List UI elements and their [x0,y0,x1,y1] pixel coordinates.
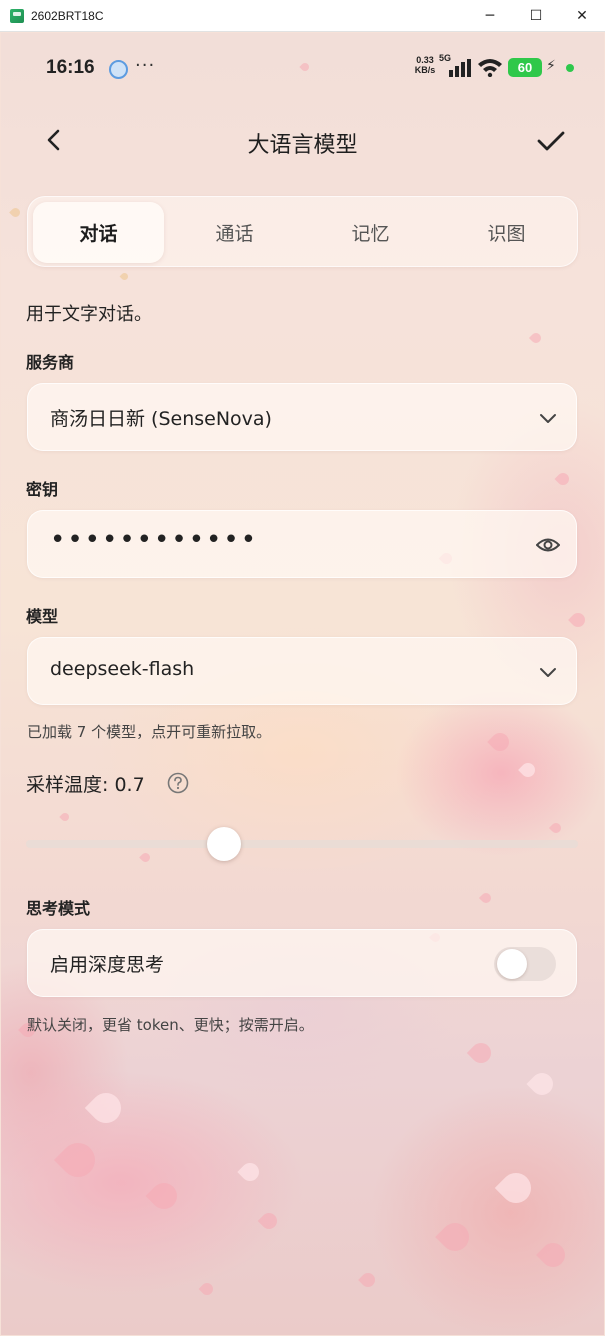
eye-icon[interactable] [536,533,560,557]
slider-thumb[interactable] [207,827,241,861]
network-speed-value: 0.33 [416,55,434,65]
app-icon [10,8,24,23]
petal-decoration [9,206,22,219]
tab-call[interactable]: 通话 [169,202,300,263]
petal-decoration [59,811,71,823]
window-controls: ─ ☐ ✕ [467,0,605,32]
petal-decoration [554,470,572,488]
app-badge-icon [109,60,128,79]
petal-decoration [257,1209,281,1233]
bolt-icon: ⚡ [546,58,556,74]
page-title: 大语言模型 [247,133,358,158]
petal-decoration [526,1068,558,1100]
petal-decoration [145,1177,183,1215]
provider-value: 商汤日日新 (SenseNova) [50,408,272,430]
petal-decoration [119,271,130,282]
thinking-mode-label: 思考模式 [26,899,91,918]
slider-track [26,840,578,848]
petal-decoration [494,1166,538,1210]
minimize-button[interactable]: ─ [467,0,513,32]
tab-vision[interactable]: 识图 [441,202,572,263]
model-select[interactable]: deepseek-flash [27,637,577,705]
close-button[interactable]: ✕ [559,0,605,32]
petal-decoration [237,1159,263,1185]
chevron-down-icon [536,406,560,430]
petal-decoration [487,729,513,755]
check-icon [537,131,565,151]
petal-decoration [299,61,311,73]
status-time: 16:16 [46,57,95,78]
thinking-hint: 默认关闭，更省 token、更快；按需开启。 [27,1016,314,1034]
model-hint: 已加载 7 个模型，点开可重新拉取。 [27,723,272,741]
petal-decoration [528,330,544,346]
model-label: 模型 [26,607,59,626]
toggle-knob [497,949,527,979]
petal-decoration [568,610,588,630]
api-key-label: 密钥 [26,480,59,499]
more-icon: ··· [135,55,156,76]
tab-chat[interactable]: 对话 [33,202,164,263]
tab-memory[interactable]: 记忆 [305,202,436,263]
petal-decoration [198,1280,216,1298]
temperature-label: 采样温度: 0.7 [26,774,145,796]
chevron-down-icon [536,660,560,684]
api-key-field[interactable]: •••••••••••• [27,510,577,578]
maximize-button[interactable]: ☐ [513,0,559,32]
phone-screen: 16:16 ··· 0.33 KB/s 5G 60 ⚡ 大语言模型 对话 通话 … [1,33,604,1335]
model-value: deepseek-flash [50,658,195,680]
petal-decoration [478,890,494,906]
thinking-toggle[interactable] [494,947,556,981]
help-icon[interactable] [167,772,189,794]
petal-decoration [466,1038,496,1068]
status-dot [566,64,574,72]
api-key-value: •••••••••••• [50,525,259,555]
battery-indicator: 60 [508,58,542,77]
network-speed-unit: KB/s [414,65,436,75]
thinking-toggle-label: 启用深度思考 [50,954,165,976]
provider-select[interactable]: 商汤日日新 (SenseNova) [27,383,577,451]
wifi-icon [478,59,502,77]
petal-decoration [53,1135,103,1185]
petal-decoration [358,1270,378,1290]
petal-decoration [84,1086,128,1130]
window-title: 2602BRT18C [31,8,104,23]
petal-decoration [435,1217,475,1257]
provider-label: 服务商 [26,353,75,372]
network-speed: 0.33 KB/s [410,55,440,75]
thinking-mode-row: 启用深度思考 [27,929,577,997]
temperature-slider[interactable] [26,827,578,861]
window-titlebar: 2602BRT18C ─ ☐ ✕ [0,0,605,32]
petal-decoration [518,760,538,780]
tab-bar: 对话 通话 记忆 识图 [27,196,578,267]
confirm-button[interactable] [533,123,569,159]
petal-decoration [536,1238,570,1272]
section-description: 用于文字对话。 [26,304,152,325]
signal-icon [449,59,471,77]
